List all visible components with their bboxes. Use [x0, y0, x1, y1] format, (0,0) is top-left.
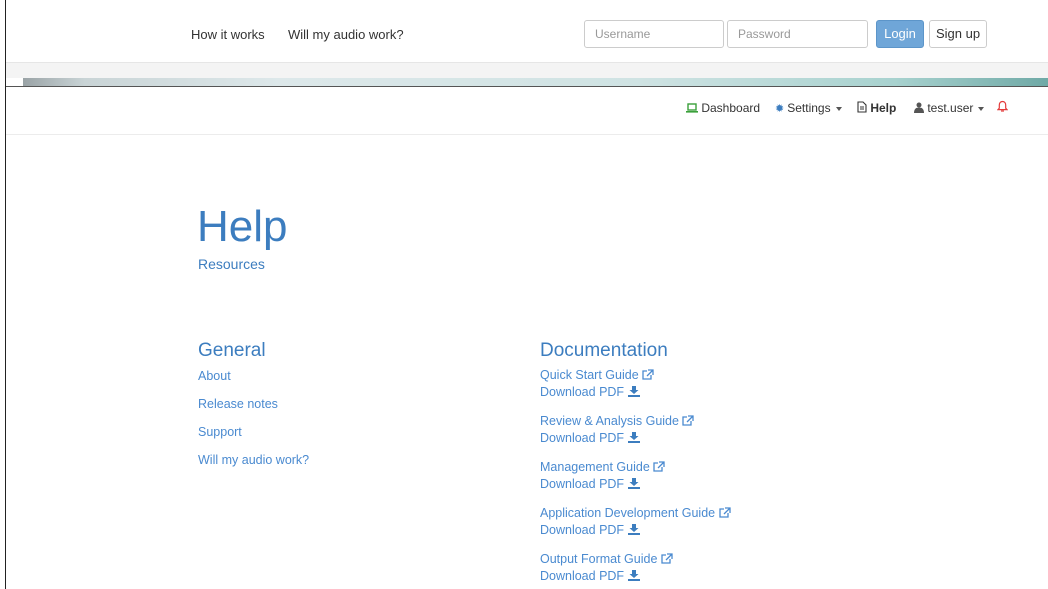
external-link-icon — [653, 461, 665, 472]
caret-down-icon — [835, 106, 842, 111]
nav-help[interactable]: Help — [857, 101, 896, 115]
guide-title: Review & Analysis Guide — [540, 414, 679, 428]
guide-title: Quick Start Guide — [540, 368, 639, 382]
password-input[interactable] — [727, 20, 868, 48]
link-about[interactable]: About — [198, 369, 231, 383]
page-title: Help — [197, 202, 288, 251]
gear-icon: ✹ — [775, 103, 785, 115]
guide-title: Output Format Guide — [540, 552, 658, 566]
app-navbar: Dashboard ✹ Settings Help test.user — [6, 87, 1048, 135]
nav-user-label: test.user — [927, 101, 974, 115]
general-heading: General — [198, 340, 266, 361]
link-release-notes[interactable]: Release notes — [198, 397, 278, 411]
documentation-heading: Documentation — [540, 340, 668, 361]
guide-title: Application Development Guide — [540, 506, 716, 520]
download-label: Download PDF — [540, 523, 625, 537]
link-will-my-audio-work[interactable]: Will my audio work? — [198, 453, 309, 467]
username-input[interactable] — [584, 20, 724, 48]
guide-link-quick-start[interactable]: Quick Start Guide — [540, 368, 654, 382]
external-link-icon — [718, 507, 731, 518]
guide-link-application-development[interactable]: Application Development Guide — [540, 506, 731, 520]
download-label: Download PDF — [540, 431, 625, 445]
document-icon — [857, 101, 867, 113]
guide-link-review-analysis[interactable]: Review & Analysis Guide — [540, 414, 695, 428]
download-label: Download PDF — [540, 385, 625, 399]
login-button[interactable]: Login — [876, 20, 924, 48]
page-subtitle: Resources — [198, 256, 265, 272]
download-pdf-output-format[interactable]: Download PDF — [540, 569, 640, 583]
nav-settings-label: Settings — [787, 101, 831, 115]
laptop-icon — [686, 103, 698, 113]
nav-user-menu[interactable]: test.user — [914, 101, 985, 115]
external-link-icon — [642, 369, 654, 380]
caret-down-icon — [978, 106, 985, 111]
download-icon — [627, 478, 640, 489]
header-strip — [6, 63, 1048, 78]
external-link-icon — [661, 553, 673, 564]
user-icon — [914, 102, 924, 113]
nav-help-label: Help — [870, 101, 897, 115]
nav-how-it-works[interactable]: How it works — [191, 27, 265, 42]
guide-link-management[interactable]: Management Guide — [540, 460, 665, 474]
download-icon — [627, 524, 640, 535]
download-icon — [627, 432, 640, 443]
guide-title: Management Guide — [540, 460, 650, 474]
download-pdf-review-analysis[interactable]: Download PDF — [540, 431, 640, 445]
nav-settings[interactable]: ✹ Settings — [775, 101, 842, 115]
signup-button[interactable]: Sign up — [929, 20, 987, 48]
bell-icon — [996, 100, 1009, 112]
download-label: Download PDF — [540, 569, 625, 583]
download-pdf-quick-start[interactable]: Download PDF — [540, 385, 640, 399]
download-icon — [627, 570, 640, 581]
nav-dashboard[interactable]: Dashboard — [686, 101, 760, 115]
nav-will-my-audio-work[interactable]: Will my audio work? — [288, 27, 404, 42]
download-icon — [627, 386, 640, 397]
link-support[interactable]: Support — [198, 425, 242, 439]
notifications-button[interactable] — [996, 100, 1009, 115]
header-banner — [23, 78, 1048, 86]
nav-dashboard-label: Dashboard — [701, 101, 761, 115]
guide-link-output-format[interactable]: Output Format Guide — [540, 552, 673, 566]
external-link-icon — [682, 415, 695, 426]
download-pdf-management[interactable]: Download PDF — [540, 477, 640, 491]
download-label: Download PDF — [540, 477, 625, 491]
download-pdf-application-development[interactable]: Download PDF — [540, 523, 640, 537]
top-navbar: How it works Will my audio work? Login S… — [6, 0, 1048, 63]
